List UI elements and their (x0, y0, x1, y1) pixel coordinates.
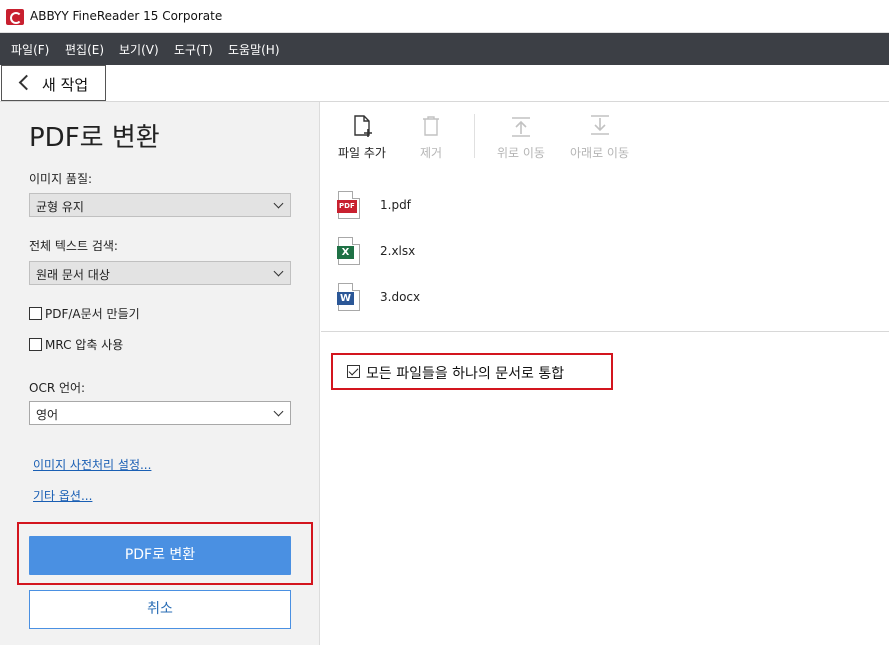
trash-icon (419, 114, 443, 138)
word-badge: W (337, 292, 354, 305)
remove-button[interactable]: 제거 (419, 114, 443, 161)
panel-title: PDF로 변환 (29, 123, 160, 153)
convert-to-pdf-button[interactable]: PDF로 변환 (29, 536, 291, 575)
chevron-left-icon (18, 74, 35, 91)
fulltext-search-select[interactable]: 원래 문서 대상 (29, 261, 291, 285)
file-list: PDF 1.pdf X 2.xlsx W 3.docx (321, 167, 889, 332)
toolbar-divider (474, 114, 475, 158)
cancel-button[interactable]: 취소 (29, 590, 291, 629)
pdfa-checkbox[interactable] (29, 307, 42, 320)
new-task-back-button[interactable]: 새 작업 (1, 65, 106, 101)
chevron-down-icon (273, 406, 284, 417)
pdf-file-icon: PDF (337, 191, 360, 219)
chevron-down-icon (273, 266, 284, 277)
ocr-language-value: 영어 (36, 408, 59, 422)
menu-bar: 파일(F) 편집(E) 보기(V) 도구(T) 도움말(H) (0, 33, 889, 65)
word-file-icon: W (337, 283, 360, 311)
move-down-label: 아래로 이동 (570, 146, 630, 160)
pdf-badge: PDF (337, 200, 357, 213)
image-quality-label: 이미지 품질: (29, 172, 93, 186)
mrc-checkbox[interactable] (29, 338, 42, 351)
move-up-icon (509, 114, 533, 138)
move-down-button[interactable]: 아래로 이동 (570, 114, 629, 161)
add-file-label: 파일 추가 (338, 146, 386, 160)
ocr-language-label: OCR 언어: (29, 381, 86, 395)
file-item-3[interactable]: W 3.docx (337, 283, 638, 315)
image-quality-value: 균형 유지 (36, 200, 84, 214)
fulltext-search-value: 원래 문서 대상 (36, 268, 110, 282)
other-options-link[interactable]: 기타 옵션... (33, 487, 92, 504)
fulltext-search-label: 전체 텍스트 검색: (29, 239, 118, 253)
merge-files-checkbox[interactable] (347, 365, 360, 378)
pdfa-label: PDF/A문서 만들기 (45, 307, 140, 321)
menu-file[interactable]: 파일(F) (11, 41, 49, 58)
excel-badge: X (337, 246, 354, 259)
file-name: 1.pdf (380, 198, 411, 212)
abbyy-logo-icon (6, 9, 24, 25)
move-up-label: 위로 이동 (497, 146, 545, 160)
ocr-language-select[interactable]: 영어 (29, 401, 291, 425)
file-name: 3.docx (380, 290, 421, 304)
image-preprocess-link[interactable]: 이미지 사전처리 설정... (33, 456, 151, 473)
window-title: ABBYY FineReader 15 Corporate (30, 9, 223, 23)
menu-help[interactable]: 도움말(H) (228, 41, 280, 58)
menu-tools[interactable]: 도구(T) (174, 41, 213, 58)
move-down-icon (588, 114, 612, 138)
file-name: 2.xlsx (380, 244, 416, 258)
navigation-row: 새 작업 (0, 65, 889, 102)
back-button-label: 새 작업 (42, 76, 89, 94)
mrc-label: MRC 압축 사용 (45, 338, 124, 352)
merge-files-label: 모든 파일들을 하나의 문서로 통합 (366, 366, 565, 382)
add-file-button[interactable]: 파일 추가 (338, 114, 386, 161)
file-item-1[interactable]: PDF 1.pdf (337, 191, 638, 223)
file-toolbar: 파일 추가 제거 위로 이동 아래로 이동 (321, 102, 889, 167)
menu-view[interactable]: 보기(V) (119, 41, 159, 58)
chevron-down-icon (273, 198, 284, 209)
excel-file-icon: X (337, 237, 360, 265)
convert-settings-panel: PDF로 변환 이미지 품질: 균형 유지 전체 텍스트 검색: 원래 문서 대… (0, 102, 320, 645)
image-quality-select[interactable]: 균형 유지 (29, 193, 291, 217)
merge-files-option[interactable]: 모든 파일들을 하나의 문서로 통합 (331, 353, 613, 390)
add-file-icon (350, 114, 374, 138)
remove-label: 제거 (419, 146, 443, 160)
menu-edit[interactable]: 편집(E) (65, 41, 104, 58)
move-up-button[interactable]: 위로 이동 (497, 114, 545, 161)
file-item-2[interactable]: X 2.xlsx (337, 237, 638, 269)
title-bar: ABBYY FineReader 15 Corporate (0, 0, 889, 33)
